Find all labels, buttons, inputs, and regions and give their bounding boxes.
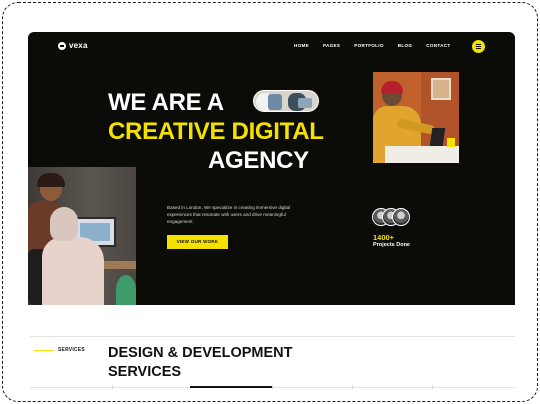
hero-headline-line1: WE ARE A (108, 89, 224, 116)
projects-label: Projects Done (373, 242, 410, 248)
nav-item-contact[interactable]: CONTACT (426, 43, 450, 48)
client-avatars (372, 208, 412, 226)
headline-team-photo (253, 90, 319, 112)
projects-count: 1400+ (373, 233, 395, 242)
services-eyebrow: SERVICES (58, 347, 85, 353)
nav-item-pages[interactable]: PAGES (323, 43, 340, 48)
view-work-button[interactable]: VIEW OUR WORK (167, 235, 228, 249)
brand-name: vexa (69, 41, 88, 50)
nav-item-portfolio[interactable]: PORTFOLIO (354, 43, 384, 48)
hamburger-icon[interactable] (472, 40, 485, 53)
divider-tick (432, 385, 433, 389)
eyebrow-dash (34, 350, 54, 351)
divider-tick (272, 385, 273, 389)
hero-photo-team-desk (28, 167, 136, 305)
hero-intro-text: Based in London, We specialize in creati… (167, 205, 291, 224)
section-divider (30, 336, 515, 337)
main-nav: HOME PAGES PORTFOLIO BLOG CONTACT (294, 43, 464, 48)
divider-tick (112, 385, 113, 389)
services-title: DESIGN & DEVELOPMENT SERVICES (108, 345, 293, 380)
logo-icon (58, 41, 66, 50)
hero-headline-line3: AGENCY (208, 147, 309, 174)
nav-item-blog[interactable]: BLOG (398, 43, 412, 48)
divider-tick (352, 385, 353, 389)
active-indicator (190, 386, 272, 388)
avatar (392, 208, 410, 226)
brand-logo[interactable]: vexa (58, 41, 88, 50)
website-hero: vexa HOME PAGES PORTFOLIO BLOG CONTACT W… (28, 32, 515, 305)
hero-headline-line2: CREATIVE DIGITAL (108, 118, 324, 145)
hero-photo-man-laptop (373, 72, 459, 163)
nav-item-home[interactable]: HOME (294, 43, 309, 48)
